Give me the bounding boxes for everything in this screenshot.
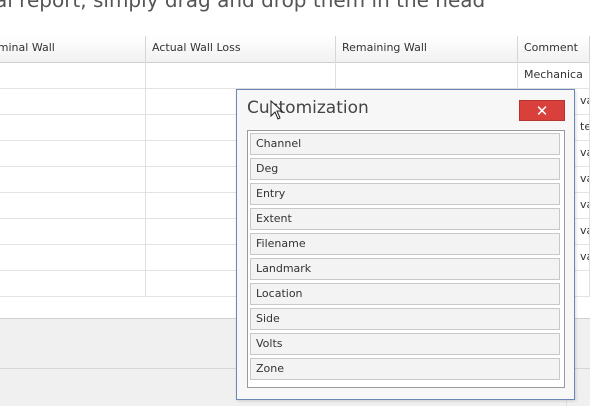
field-item-filename[interactable]: Filename [250,233,560,255]
field-item-side[interactable]: Side [250,308,560,330]
table-cell [0,62,146,88]
column-header-nominal-wall[interactable]: lominal Wall [0,36,146,62]
close-icon: ✕ [535,102,549,120]
help-banner-text: al report, simply drag and drop them in … [0,0,486,12]
table-cell [0,270,146,296]
table-cell [0,166,146,192]
column-header-actual-wall-loss[interactable]: Actual Wall Loss [146,36,336,62]
comment-cell: Mechanica [518,62,590,88]
table-cell [0,218,146,244]
dialog-title: Customization [247,98,369,118]
field-item-deg[interactable]: Deg [250,158,560,180]
mouse-cursor-icon [270,100,284,120]
table-cell [0,140,146,166]
table-row[interactable]: Mechanica [0,62,590,89]
field-list[interactable]: Channel Deg Entry Extent Filename Landma… [247,130,565,388]
column-header-remaining-wall[interactable]: Remaining Wall [336,36,518,62]
field-item-extent[interactable]: Extent [250,208,560,230]
grid-header: lominal Wall Actual Wall Loss Remaining … [0,36,590,63]
field-item-entry[interactable]: Entry [250,183,560,205]
close-button[interactable]: ✕ [519,100,565,121]
customization-dialog: Customization ✕ Channel Deg Entry Extent… [236,89,575,400]
field-item-zone[interactable]: Zone [250,358,560,380]
table-cell [0,244,146,270]
field-item-location[interactable]: Location [250,283,560,305]
field-item-volts[interactable]: Volts [250,333,560,355]
help-banner: al report, simply drag and drop them in … [0,0,590,24]
table-cell [0,114,146,140]
field-item-channel[interactable]: Channel [250,133,560,155]
table-cell [0,192,146,218]
column-header-comment[interactable]: Comment [518,36,590,62]
table-cell [146,62,336,88]
field-item-landmark[interactable]: Landmark [250,258,560,280]
table-cell [0,88,146,114]
table-cell [336,62,518,88]
